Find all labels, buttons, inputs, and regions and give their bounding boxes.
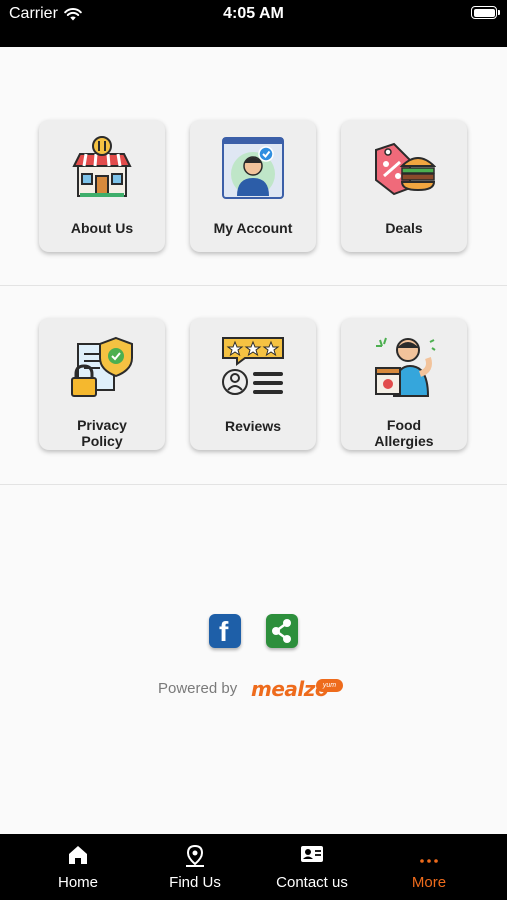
reviews-stars-icon (222, 337, 284, 395)
clock: 4:05 AM (223, 5, 284, 22)
deals-tile[interactable]: Deals (341, 120, 467, 252)
privacy-policy-tile[interactable]: Privacy Policy (39, 318, 165, 450)
tab-home[interactable]: Home (18, 834, 138, 900)
reviews-label: Reviews (224, 418, 282, 434)
deals-tag-icon (375, 142, 436, 196)
social-links: f (0, 614, 507, 650)
menu-row-2: Privacy Policy Reviews Food Allergies (0, 288, 507, 485)
menu-row-1: About Us My Account Deals (0, 47, 507, 286)
about-us-tile[interactable]: About Us (39, 120, 165, 252)
share-glyph-icon (272, 619, 291, 643)
tab-more[interactable]: More (369, 834, 489, 900)
tab-more-label: More (411, 874, 447, 891)
deals-label: Deals (385, 220, 423, 236)
tab-find-us[interactable]: Find Us (135, 834, 255, 900)
food-allergies-tile[interactable]: Food Allergies (341, 318, 467, 450)
contact-card-icon (301, 846, 323, 862)
powered-by-label: Powered by (158, 680, 238, 697)
privacy-policy-label: Privacy Policy (77, 417, 127, 449)
tab-home-label: Home (57, 874, 98, 891)
restaurant-icon (72, 136, 132, 197)
my-account-tile[interactable]: My Account (190, 120, 316, 252)
allergy-icon (375, 337, 436, 397)
tab-find-us-label: Find Us (169, 874, 221, 891)
user-account-icon (222, 137, 284, 199)
mealzo-badge: yum (316, 679, 343, 692)
reviews-tile[interactable]: Reviews (190, 318, 316, 450)
about-us-label: About Us (70, 220, 134, 236)
home-icon (69, 846, 87, 864)
battery-icon (471, 6, 500, 19)
share-icon[interactable] (266, 614, 298, 648)
my-account-label: My Account (213, 220, 293, 236)
privacy-shield-icon (71, 336, 133, 397)
tab-contact-us-label: Contact us (276, 874, 348, 891)
bottom-tab-bar: Home Find Us Contact us More (0, 834, 507, 900)
more-dots-icon (420, 859, 438, 863)
powered-by: Powered by mealzo yum (0, 677, 507, 701)
tab-contact-us[interactable]: Contact us (252, 834, 372, 900)
food-allergies-label: Food Allergies (374, 417, 434, 449)
status-bar: Carrier 4:05 AM (0, 0, 507, 47)
facebook-icon[interactable]: f (209, 614, 241, 648)
facebook-glyph: f (219, 616, 229, 647)
location-pin-icon (186, 844, 204, 867)
